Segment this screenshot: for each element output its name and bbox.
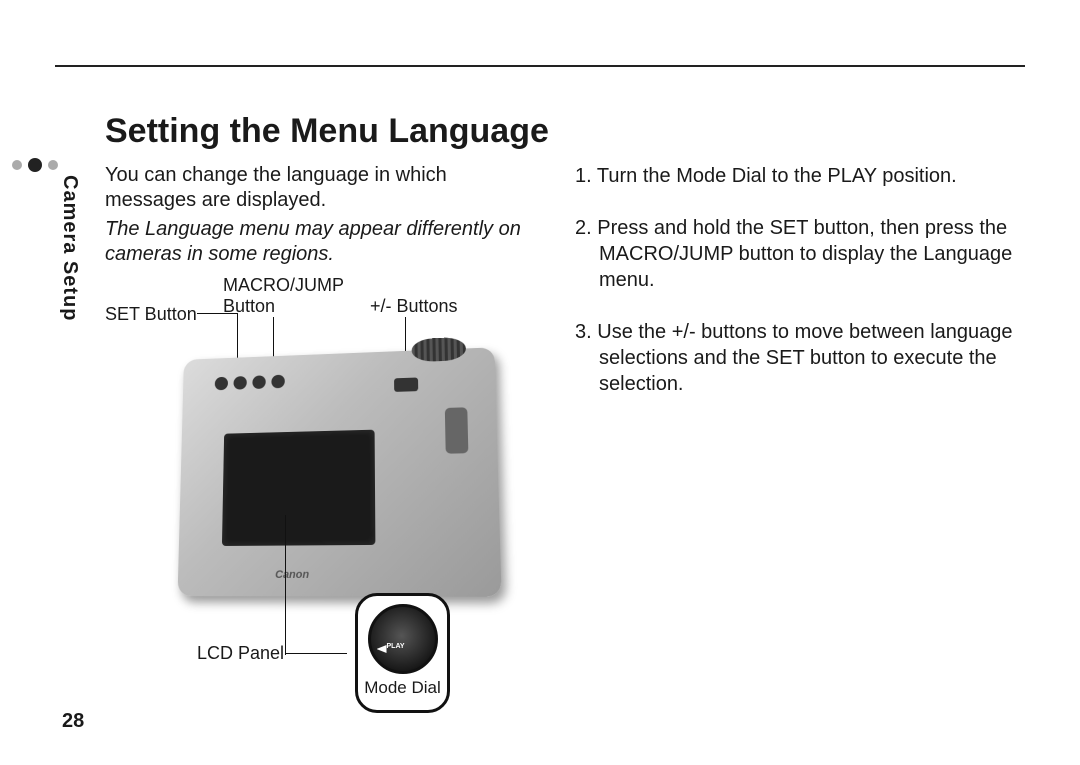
step-item: Turn the Mode Dial to the PLAY position. (575, 163, 1025, 189)
mode-dial-play-label: PLAY (387, 643, 405, 650)
dot-icon (12, 160, 22, 170)
mode-dial-caption: Mode Dial (358, 678, 447, 698)
mode-dial-icon: PLAY (368, 604, 438, 674)
left-column: You can change the language in which mes… (105, 115, 535, 705)
page-number: 28 (62, 710, 84, 733)
intro-text: You can change the language in which mes… (105, 163, 535, 213)
camera-button-icon (394, 377, 418, 391)
plus-minus-annotation: +/- Buttons (370, 296, 458, 317)
section-indicator-dots (12, 158, 58, 172)
top-horizontal-rule (55, 65, 1025, 67)
content-area: You can change the language in which mes… (105, 115, 1025, 705)
mode-dial-inset: PLAY Mode Dial (355, 593, 450, 713)
camera-illustration: Canon (178, 347, 502, 596)
callout-line (285, 653, 347, 654)
section-tab-label: Camera Setup (58, 175, 81, 322)
lcd-panel-annotation: LCD Panel (197, 643, 284, 664)
camera-button-icon (252, 375, 265, 389)
region-note: The Language menu may appear differently… (105, 217, 535, 267)
camera-dial-icon (411, 337, 466, 362)
macro-jump-annotation: MACRO/JUMP Button (223, 275, 344, 316)
camera-button-icon (215, 377, 228, 391)
camera-diagram: SET Button MACRO/JUMP Button +/- Buttons… (105, 275, 535, 705)
camera-lcd-icon (222, 430, 375, 546)
camera-slider-icon (445, 407, 469, 453)
step-item: Use the +/- buttons to move between lang… (575, 319, 1025, 397)
right-column: Turn the Mode Dial to the PLAY position.… (575, 115, 1025, 705)
camera-button-icon (271, 375, 285, 389)
instruction-steps: Turn the Mode Dial to the PLAY position.… (575, 163, 1025, 397)
callout-line (285, 515, 286, 655)
dot-active-icon (28, 158, 42, 172)
set-button-annotation: SET Button (105, 304, 197, 325)
camera-brand-text: Canon (275, 569, 309, 581)
mode-dial-pointer-icon (377, 645, 387, 653)
camera-button-icon (233, 376, 246, 390)
dot-icon (48, 160, 58, 170)
step-item: Press and hold the SET button, then pres… (575, 215, 1025, 293)
